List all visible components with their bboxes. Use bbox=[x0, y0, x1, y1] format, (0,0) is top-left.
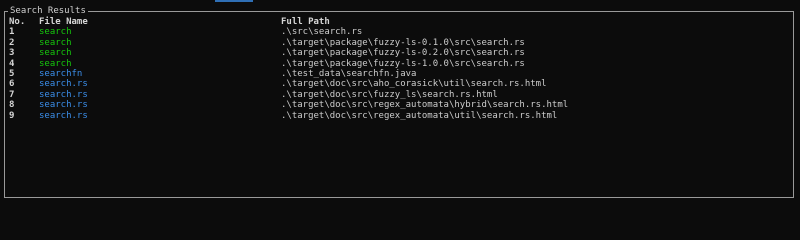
file-name: searchfn bbox=[39, 68, 83, 79]
full-path: .\target\doc\src\fuzzy_ls\search.rs.html bbox=[281, 89, 498, 100]
row-number: 9 bbox=[9, 110, 15, 121]
table-row[interactable]: 1 search .\src\search.rs bbox=[9, 27, 789, 37]
row-number: 6 bbox=[9, 79, 15, 90]
full-path: .\target\doc\src\aho_corasick\util\searc… bbox=[281, 79, 547, 90]
header-full-path: Full Path bbox=[281, 17, 330, 27]
file-name: search bbox=[39, 27, 72, 38]
table-header-row: No. File Name Full Path bbox=[9, 17, 789, 27]
table-row[interactable]: 9 search.rs .\target\doc\src\regex_automat… bbox=[9, 111, 789, 121]
table-row[interactable]: 5 searchfn .\test_data\searchfn.java bbox=[9, 69, 789, 79]
panel-title: Search Results bbox=[8, 6, 88, 17]
table-row[interactable]: 3 search .\target\package\fuzzy-ls-0.2.0\s… bbox=[9, 48, 789, 58]
header-no: No. bbox=[9, 17, 26, 27]
row-number: 2 bbox=[9, 37, 15, 48]
full-path: .\target\doc\src\regex_automata\hybrid\s… bbox=[281, 100, 569, 111]
file-name: search bbox=[39, 37, 72, 48]
active-tab-indicator bbox=[215, 0, 253, 2]
table-row[interactable]: 2 search .\target\package\fuzzy-ls-0.1.0\s… bbox=[9, 38, 789, 48]
search-results-panel: Search Results No. File Name Full Path 1… bbox=[4, 6, 794, 198]
row-number: 4 bbox=[9, 58, 15, 69]
table-row[interactable]: 7 search.rs .\target\doc\src\fuzzy_ls\sear… bbox=[9, 90, 789, 100]
table-row[interactable]: 6 search.rs .\target\doc\src\aho_corasick\… bbox=[9, 79, 789, 89]
full-path: .\target\doc\src\regex_automata\util\sea… bbox=[281, 110, 558, 121]
header-file-name: File Name bbox=[39, 17, 88, 27]
file-name: search.rs bbox=[39, 89, 88, 100]
row-number: 7 bbox=[9, 89, 15, 100]
full-path: .\src\search.rs bbox=[281, 27, 363, 38]
full-path: .\target\package\fuzzy-ls-0.2.0\src\sear… bbox=[281, 48, 525, 59]
row-number: 1 bbox=[9, 27, 15, 38]
table-row[interactable]: 8 search.rs .\target\doc\src\regex_automat… bbox=[9, 100, 789, 110]
file-name: search.rs bbox=[39, 100, 88, 111]
file-name: search bbox=[39, 58, 72, 69]
table-body: 1 search .\src\search.rs 2 search .\target\pa… bbox=[9, 27, 789, 121]
full-path: .\target\package\fuzzy-ls-0.1.0\src\sear… bbox=[281, 37, 525, 48]
row-number: 8 bbox=[9, 100, 15, 111]
row-number: 5 bbox=[9, 68, 15, 79]
row-number: 3 bbox=[9, 48, 15, 59]
full-path: .\test_data\searchfn.java bbox=[281, 68, 417, 79]
results-table: No. File Name Full Path 1 search .\src\sea… bbox=[9, 17, 789, 121]
file-name: search bbox=[39, 48, 72, 59]
full-path: .\target\package\fuzzy-ls-1.0.0\src\sear… bbox=[281, 58, 525, 69]
file-name: search.rs bbox=[39, 110, 88, 121]
file-name: search.rs bbox=[39, 79, 88, 90]
table-row[interactable]: 4 search .\target\package\fuzzy-ls-1.0.0\s… bbox=[9, 59, 789, 69]
